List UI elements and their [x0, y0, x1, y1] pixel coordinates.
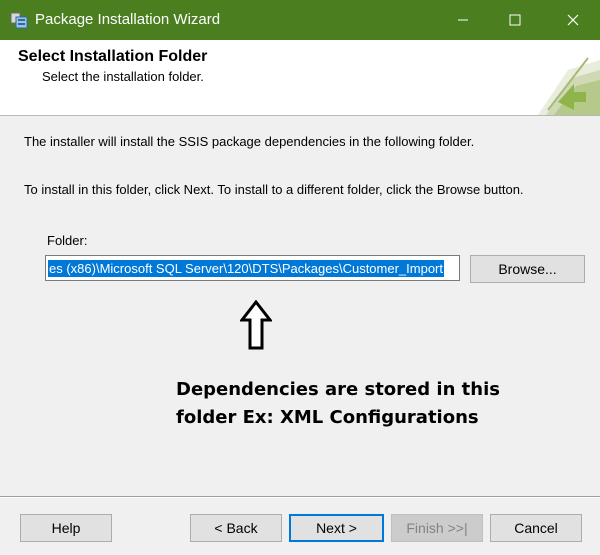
folder-path-value: es (x86)\Microsoft SQL Server\120\DTS\Pa… — [48, 260, 444, 277]
close-icon — [567, 14, 579, 26]
cancel-button[interactable]: Cancel — [490, 514, 582, 542]
intro-text-1: The installer will install the SSIS pack… — [24, 134, 475, 149]
page-subtitle: Select the installation folder. — [42, 69, 204, 84]
wizard-header: Select Installation Folder Select the in… — [0, 40, 600, 116]
page-title: Select Installation Folder — [18, 48, 208, 65]
installer-banner-icon — [538, 57, 600, 115]
help-button[interactable]: Help — [20, 514, 112, 542]
title-bar: Package Installation Wizard — [0, 0, 600, 40]
footer-divider — [0, 496, 600, 498]
annotation-line-1: Dependencies are stored in this — [176, 379, 500, 400]
maximize-icon — [509, 14, 521, 26]
wizard-window: Package Installation Wizard Select Insta… — [0, 0, 600, 555]
close-button[interactable] — [550, 0, 596, 40]
minimize-icon — [458, 19, 468, 21]
browse-button[interactable]: Browse... — [470, 255, 585, 283]
annotation-note: Dependencies are stored in this folder E… — [176, 376, 536, 432]
package-icon — [10, 12, 28, 29]
next-button[interactable]: Next > — [289, 514, 384, 542]
window-title: Package Installation Wizard — [35, 11, 221, 28]
maximize-button[interactable] — [492, 0, 538, 40]
folder-path-input[interactable]: es (x86)\Microsoft SQL Server\120\DTS\Pa… — [45, 255, 460, 281]
intro-text-2: To install in this folder, click Next. T… — [24, 182, 524, 197]
annotation-line-2: folder Ex: XML Configurations — [176, 407, 479, 428]
folder-label: Folder: — [47, 233, 88, 248]
finish-button[interactable]: Finish >>| — [391, 514, 483, 542]
up-arrow-icon — [240, 300, 272, 350]
back-button[interactable]: < Back — [190, 514, 282, 542]
minimize-button[interactable] — [440, 0, 486, 40]
